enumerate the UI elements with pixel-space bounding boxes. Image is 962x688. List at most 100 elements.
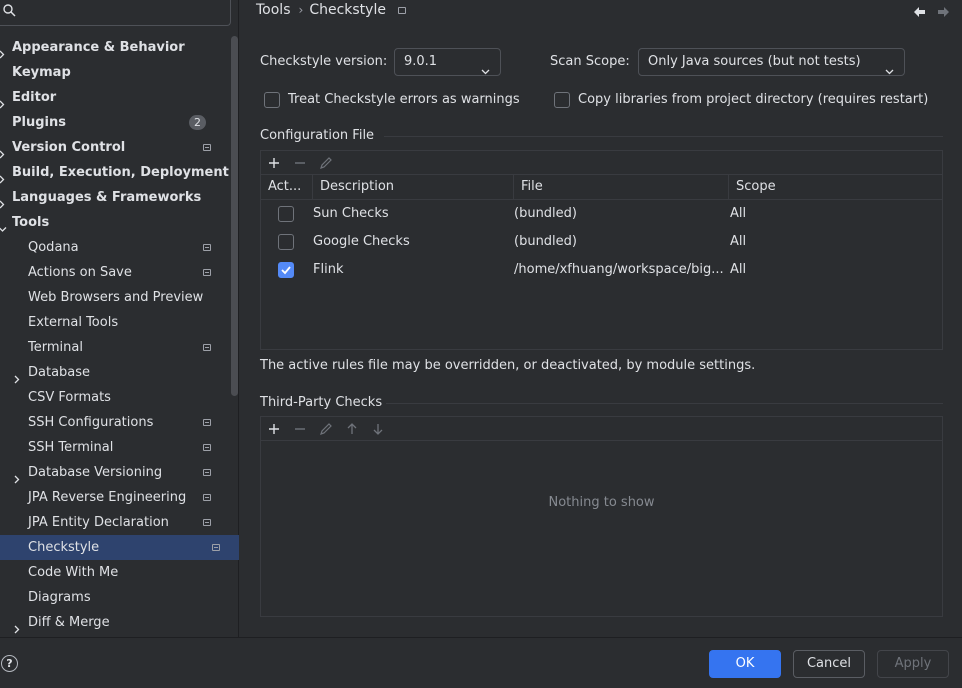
sidebar-item-label: Languages & Frameworks — [12, 190, 202, 205]
sidebar-item-label: Appearance & Behavior — [12, 40, 185, 55]
scan-scope-label: Scan Scope: — [550, 54, 630, 69]
chevron-right-icon[interactable] — [13, 618, 21, 634]
empty-list-message: Nothing to show — [548, 495, 655, 510]
table-row[interactable]: Sun Checks (bundled) All — [261, 200, 942, 228]
column-active[interactable]: Act... — [261, 175, 312, 199]
module-settings-note: The active rules file may be overridden,… — [260, 358, 756, 373]
sidebar-item[interactable]: Languages & Frameworks — [0, 185, 230, 210]
sidebar-item[interactable]: Build, Execution, Deployment — [0, 160, 230, 185]
cell-description: Google Checks — [313, 234, 410, 249]
sidebar-item-label: External Tools — [28, 315, 119, 330]
config-table-header: Act... Description File Scope — [261, 175, 942, 200]
chevron-right-icon[interactable] — [0, 143, 6, 159]
treat-errors-checkbox[interactable] — [264, 92, 280, 108]
sidebar-item[interactable]: Tools — [0, 210, 230, 235]
table-row[interactable]: Google Checks (bundled) All — [261, 228, 942, 256]
back-arrow-icon[interactable] — [913, 6, 927, 18]
sidebar-item[interactable]: SSH Terminal — [0, 435, 230, 460]
project-level-icon — [203, 494, 211, 501]
scan-scope-select[interactable]: Only Java sources (but not tests) — [638, 48, 905, 76]
sidebar-item[interactable]: Version Control — [0, 135, 230, 160]
column-scope[interactable]: Scope — [728, 175, 942, 199]
third-party-checks-panel: Nothing to show — [260, 416, 943, 617]
copy-libraries-label: Copy libraries from project directory (r… — [578, 92, 929, 107]
chevron-right-icon[interactable] — [13, 368, 21, 384]
cell-scope: All — [730, 262, 747, 277]
move-down-icon[interactable] — [371, 422, 385, 436]
sidebar-item[interactable]: Diff & Merge — [0, 610, 230, 635]
breadcrumb: Tools › Checkstyle — [256, 2, 406, 20]
apply-button[interactable]: Apply — [877, 650, 949, 678]
sidebar-item[interactable]: SSH Configurations — [0, 410, 230, 435]
ok-button[interactable]: OK — [709, 650, 781, 678]
remove-icon[interactable] — [293, 156, 307, 170]
copy-libraries-checkbox[interactable] — [554, 92, 570, 108]
sidebar-item[interactable]: Keymap — [0, 60, 230, 85]
project-level-icon — [203, 419, 211, 426]
cell-scope: All — [730, 206, 747, 221]
edit-icon[interactable] — [319, 422, 333, 436]
settings-search-box[interactable] — [0, 0, 231, 26]
scan-scope-value: Only Java sources (but not tests) — [648, 54, 861, 69]
treat-errors-as-warnings-option[interactable]: Treat Checkstyle errors as warnings — [264, 91, 520, 109]
copy-libraries-option[interactable]: Copy libraries from project directory (r… — [554, 91, 928, 109]
sidebar-item[interactable]: Editor — [0, 85, 230, 110]
sidebar-item[interactable]: Appearance & Behavior — [0, 35, 230, 60]
cancel-button[interactable]: Cancel — [793, 650, 865, 678]
sidebar-item-label: Code With Me — [28, 565, 119, 580]
help-icon[interactable]: ? — [1, 655, 18, 672]
edit-icon[interactable] — [319, 156, 333, 170]
chevron-right-icon[interactable] — [0, 43, 6, 59]
sidebar-item[interactable]: Checkstyle — [0, 535, 239, 560]
sidebar-item[interactable]: Database Versioning — [0, 460, 230, 485]
sidebar-item[interactable]: Web Browsers and Preview — [0, 285, 230, 310]
sidebar-item[interactable]: Code With Me — [0, 560, 230, 585]
checkstyle-version-value: 9.0.1 — [404, 54, 438, 69]
sidebar-item[interactable]: JPA Entity Declaration — [0, 510, 230, 535]
sidebar-item[interactable]: Diagrams — [0, 585, 230, 610]
sidebar-item[interactable]: CSV Formats — [0, 385, 230, 410]
add-icon[interactable] — [267, 422, 281, 436]
chevron-down-icon — [481, 59, 490, 75]
chevron-down-icon[interactable] — [0, 218, 7, 232]
sidebar-item[interactable]: External Tools — [0, 310, 230, 335]
remove-icon[interactable] — [293, 422, 307, 436]
active-checkbox[interactable] — [278, 206, 294, 222]
cell-file: (bundled) — [514, 234, 577, 249]
checkstyle-version-select[interactable]: 9.0.1 — [394, 48, 501, 76]
active-checkbox[interactable] — [278, 262, 294, 278]
third-party-checks-title: Third-Party Checks — [260, 395, 383, 410]
project-level-icon — [203, 244, 211, 251]
sidebar-item-label: Database Versioning — [28, 465, 163, 480]
chevron-right-icon[interactable] — [0, 93, 6, 109]
sidebar-item-label: Diff & Merge — [28, 615, 110, 630]
column-description[interactable]: Description — [312, 175, 513, 199]
sidebar-item[interactable]: Plugins 2 — [0, 110, 230, 135]
sidebar-scrollbar[interactable] — [231, 36, 238, 396]
chevron-right-icon[interactable] — [13, 468, 21, 484]
sidebar-item[interactable]: Database — [0, 360, 230, 385]
chevron-right-icon[interactable] — [0, 168, 6, 184]
settings-search-input[interactable] — [20, 2, 220, 22]
chevron-right-icon[interactable] — [0, 193, 6, 209]
project-level-icon — [203, 444, 211, 451]
sidebar-item[interactable]: Terminal — [0, 335, 230, 360]
sidebar-item[interactable]: JPA Reverse Engineering — [0, 485, 230, 510]
column-file[interactable]: File — [513, 175, 728, 199]
sidebar-item-label: Terminal — [28, 340, 83, 355]
configuration-file-panel: Act... Description File Scope Sun Checks… — [260, 150, 943, 350]
add-icon[interactable] — [267, 156, 281, 170]
sidebar-item-label: JPA Reverse Engineering — [28, 490, 187, 505]
move-up-icon[interactable] — [345, 422, 359, 436]
update-count-badge: 2 — [189, 115, 206, 130]
project-level-icon — [397, 6, 406, 14]
active-checkbox[interactable] — [278, 234, 294, 250]
sidebar-item[interactable]: Qodana — [0, 235, 230, 260]
sidebar-item[interactable]: Actions on Save — [0, 260, 230, 285]
sidebar-item-label: Database — [28, 365, 91, 380]
table-row[interactable]: Flink/home/xfhuang/workspace/big... All — [261, 256, 942, 284]
settings-main-panel: Tools › Checkstyle Checkstyle version: 9.0… — [240, 0, 962, 637]
cell-description: Sun Checks — [313, 206, 389, 221]
forward-arrow-icon[interactable] — [936, 6, 950, 18]
breadcrumb-parent[interactable]: Tools — [256, 2, 291, 18]
